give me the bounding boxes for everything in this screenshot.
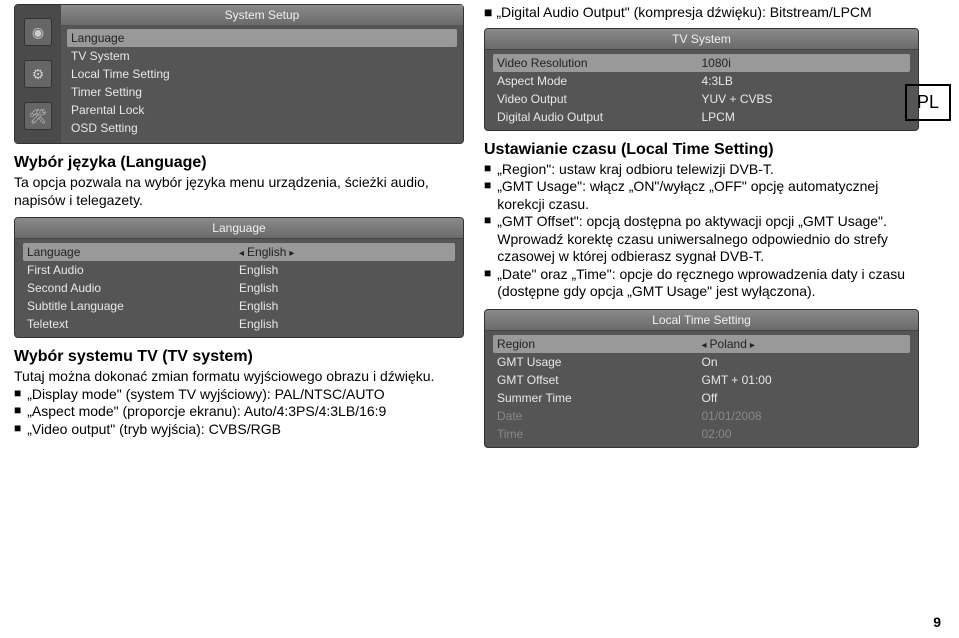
time-row-region[interactable]: Region Poland	[493, 335, 910, 353]
row-key: Date	[497, 409, 702, 423]
square-bullet-icon: ■	[14, 386, 21, 404]
bullet-time-0: ■ „Region": ustaw kraj odbioru telewizji …	[484, 161, 919, 179]
setup-item-osd[interactable]: OSD Setting	[67, 119, 457, 137]
bullet-text: „Aspect mode" (proporcje ekranu): Auto/4…	[27, 403, 386, 421]
row-key: Language	[27, 245, 239, 259]
row-key: GMT Usage	[497, 355, 702, 369]
row-key: Region	[497, 337, 702, 351]
setup-item-timer[interactable]: Timer Setting	[67, 83, 457, 101]
row-key: Second Audio	[27, 281, 239, 295]
locale-badge: PL	[905, 84, 951, 121]
row-value: English	[239, 299, 451, 313]
setup-title: System Setup	[61, 5, 463, 25]
right-column: ■ „Digital Audio Output" (kompresja dźwi…	[484, 4, 919, 458]
left-column: ◉ ⚙ 🛠 System Setup Language TV System Lo…	[14, 4, 464, 458]
row-key: Video Resolution	[497, 56, 702, 70]
top-note-text: „Digital Audio Output" (kompresja dźwięk…	[496, 4, 871, 20]
tv-row-aspect[interactable]: Aspect Mode 4:3LB	[493, 72, 910, 90]
language-panel-title: Language	[15, 218, 463, 239]
row-value: YUV + CVBS	[702, 92, 907, 106]
time-row-gmt-usage[interactable]: GMT Usage On	[493, 353, 910, 371]
row-key: Time	[497, 427, 702, 441]
tv-row-video-output[interactable]: Video Output YUV + CVBS	[493, 90, 910, 108]
disc-icon: ◉	[24, 18, 52, 46]
row-value: English	[239, 263, 451, 277]
row-value: 4:3LB	[702, 74, 907, 88]
bullet-time-3: ■„Date" oraz „Time": opcje do ręcznego w…	[484, 266, 919, 301]
setup-item-local-time[interactable]: Local Time Setting	[67, 65, 457, 83]
bullet-text: „Display mode" (system TV wyjściowy): PA…	[27, 386, 384, 404]
bullet-time-1: ■„GMT Usage": włącz „ON"/wyłącz „OFF" op…	[484, 178, 919, 213]
time-row-gmt-offset[interactable]: GMT Offset GMT + 01:00	[493, 371, 910, 389]
row-value: Poland	[702, 337, 907, 351]
row-key: Teletext	[27, 317, 239, 331]
row-value: LPCM	[702, 110, 907, 124]
setup-item-language[interactable]: Language	[67, 29, 457, 47]
row-key: Video Output	[497, 92, 702, 106]
row-value: English	[239, 245, 451, 259]
gear-icon: ⚙	[24, 60, 52, 88]
row-key: Digital Audio Output	[497, 110, 702, 124]
time-row-time: Time 02:00	[493, 425, 910, 443]
bullet-time-2: ■„GMT Offset": opcją dostępna po aktywac…	[484, 213, 919, 266]
row-key: First Audio	[27, 263, 239, 277]
row-key: Subtitle Language	[27, 299, 239, 313]
bullet-text: „Video output" (tryb wyjścia): CVBS/RGB	[27, 421, 281, 439]
row-value: 02:00	[702, 427, 907, 441]
row-value: Off	[702, 391, 907, 405]
lang-row-subtitle[interactable]: Subtitle Language English	[23, 297, 455, 315]
bullet-tv-0: ■ „Display mode" (system TV wyjściowy): P…	[14, 386, 464, 404]
local-time-title: Local Time Setting	[485, 310, 918, 331]
top-note: ■ „Digital Audio Output" (kompresja dźwi…	[484, 4, 919, 22]
lang-row-language[interactable]: Language English	[23, 243, 455, 261]
setup-item-tv-system[interactable]: TV System	[67, 47, 457, 65]
square-bullet-icon: ■	[484, 213, 491, 266]
row-value: GMT + 01:00	[702, 373, 907, 387]
tv-system-panel: TV System Video Resolution 1080i Aspect …	[484, 28, 919, 131]
heading-language: Wybór języka (Language)	[14, 154, 464, 172]
bullet-text: „GMT Offset": opcją dostępna po aktywacj…	[497, 213, 919, 266]
row-key: Summer Time	[497, 391, 702, 405]
square-bullet-icon: ■	[484, 178, 491, 213]
square-bullet-icon: ■	[14, 421, 21, 439]
row-key: Aspect Mode	[497, 74, 702, 88]
setup-item-parental[interactable]: Parental Lock	[67, 101, 457, 119]
wrench-icon: 🛠	[24, 102, 52, 130]
para-tvsystem-intro: Tutaj można dokonać zmian formatu wyjści…	[14, 368, 464, 386]
setup-icon-strip: ◉ ⚙ 🛠	[15, 5, 61, 143]
bullet-text: „GMT Usage": włącz „ON"/wyłącz „OFF" opc…	[497, 178, 919, 213]
language-panel: Language Language English First Audio En…	[14, 217, 464, 338]
local-time-panel: Local Time Setting Region Poland GMT Usa…	[484, 309, 919, 448]
row-value: On	[702, 355, 907, 369]
row-value: 1080i	[702, 56, 907, 70]
tv-row-digital-audio[interactable]: Digital Audio Output LPCM	[493, 108, 910, 126]
tv-system-title: TV System	[485, 29, 918, 50]
bullet-tv-2: ■ „Video output" (tryb wyjścia): CVBS/RGB	[14, 421, 464, 439]
square-bullet-icon: ■	[484, 266, 491, 301]
bullet-text: „Date" oraz „Time": opcje do ręcznego wp…	[497, 266, 919, 301]
page-root: ◉ ⚙ 🛠 System Setup Language TV System Lo…	[0, 0, 959, 462]
row-value: English	[239, 281, 451, 295]
row-key: GMT Offset	[497, 373, 702, 387]
square-bullet-icon: ■	[484, 161, 491, 179]
lang-row-first-audio[interactable]: First Audio English	[23, 261, 455, 279]
lang-row-teletext[interactable]: Teletext English	[23, 315, 455, 333]
time-row-summer[interactable]: Summer Time Off	[493, 389, 910, 407]
row-value: 01/01/2008	[702, 409, 907, 423]
heading-tvsystem: Wybór systemu TV (TV system)	[14, 348, 464, 366]
setup-menu-list: System Setup Language TV System Local Ti…	[61, 5, 463, 143]
square-bullet-icon: ■	[14, 403, 21, 421]
time-row-date: Date 01/01/2008	[493, 407, 910, 425]
heading-time: Ustawianie czasu (Local Time Setting)	[484, 141, 919, 159]
tv-row-resolution[interactable]: Video Resolution 1080i	[493, 54, 910, 72]
bullet-text: „Region": ustaw kraj odbioru telewizji D…	[497, 161, 774, 179]
page-number: 9	[933, 614, 941, 630]
para-language: Ta opcja pozwala na wybór języka menu ur…	[14, 174, 464, 209]
row-value: English	[239, 317, 451, 331]
bullet-tv-1: ■ „Aspect mode" (proporcje ekranu): Auto/…	[14, 403, 464, 421]
lang-row-second-audio[interactable]: Second Audio English	[23, 279, 455, 297]
square-bullet-icon: ■	[484, 4, 496, 20]
system-setup-panel: ◉ ⚙ 🛠 System Setup Language TV System Lo…	[14, 4, 464, 144]
